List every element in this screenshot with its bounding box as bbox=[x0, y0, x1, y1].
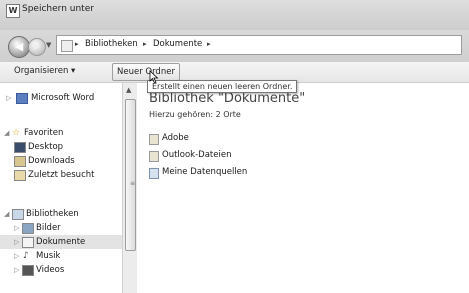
new-folder-button[interactable]: Neuer Ordner bbox=[112, 63, 180, 81]
sidebar-item-label: Desktop bbox=[28, 142, 64, 152]
star-icon: ☆ bbox=[12, 128, 21, 138]
library-includes-link[interactable]: Hierzu gehören: 2 Orte bbox=[149, 110, 241, 119]
breadcrumb-separator-icon[interactable]: ▸ bbox=[207, 40, 211, 48]
breadcrumb-bibliotheken[interactable]: Bibliotheken bbox=[85, 39, 138, 49]
sidebar-item-recent[interactable]: Zuletzt besucht bbox=[0, 168, 122, 182]
history-dropdown-icon[interactable]: ▼ bbox=[46, 41, 51, 49]
file-list-pane: Bibliothek "Dokumente" Hierzu gehören: 2… bbox=[137, 83, 469, 293]
sidebar-scrollbar[interactable]: ▲ ≡ bbox=[122, 83, 137, 293]
libraries-icon bbox=[12, 209, 24, 220]
collapse-arrow-icon[interactable]: ◢ bbox=[4, 207, 9, 221]
word-app-icon: W bbox=[6, 4, 20, 18]
back-button[interactable]: ◀ bbox=[8, 36, 30, 58]
sidebar-item-videos[interactable]: ▷ Videos bbox=[0, 263, 122, 277]
address-bar[interactable]: ▸ Bibliotheken ▸ Dokumente ▸ bbox=[56, 35, 462, 55]
sidebar-item-label: Favoriten bbox=[24, 128, 64, 138]
navigation-pane: ▷ Microsoft Word ◢ ☆ Favoriten Desktop D… bbox=[0, 83, 123, 293]
data-sources-folder-icon bbox=[149, 168, 159, 179]
sidebar-item-label: Musik bbox=[36, 251, 61, 261]
chevron-down-icon: ▾ bbox=[71, 66, 76, 76]
sidebar-item-libraries[interactable]: ◢ Bibliotheken bbox=[0, 207, 122, 221]
breadcrumb-dokumente[interactable]: Dokumente bbox=[153, 39, 202, 49]
organize-button[interactable]: Organisieren ▾ bbox=[14, 66, 75, 76]
sidebar-item-desktop[interactable]: Desktop bbox=[0, 140, 122, 154]
videos-icon bbox=[22, 265, 34, 276]
title-bar: W Speichern unter bbox=[0, 0, 469, 31]
list-item-label: Meine Datenquellen bbox=[162, 167, 248, 177]
word-icon bbox=[16, 93, 28, 104]
expand-arrow-icon[interactable]: ▷ bbox=[14, 249, 19, 263]
pictures-icon bbox=[22, 223, 34, 234]
navigation-bar: ◀ ▶ ▼ ▸ Bibliotheken ▸ Dokumente ▸ bbox=[0, 30, 469, 62]
sidebar-item-label: Microsoft Word bbox=[31, 93, 95, 103]
forward-button[interactable]: ▶ bbox=[28, 38, 46, 56]
sidebar-item-label: Downloads bbox=[28, 156, 75, 166]
location-icon bbox=[61, 40, 73, 52]
grip-icon: ≡ bbox=[130, 180, 136, 187]
tooltip: Erstellt einen neuen leeren Ordner. bbox=[147, 80, 298, 93]
sidebar-item-documents[interactable]: ▷ Dokumente bbox=[0, 235, 122, 249]
sidebar-item-label: Videos bbox=[36, 265, 65, 275]
list-item-label: Adobe bbox=[162, 133, 189, 143]
recent-places-icon bbox=[14, 170, 26, 181]
breadcrumb-separator-icon[interactable]: ▸ bbox=[75, 40, 79, 48]
mouse-cursor-icon bbox=[149, 70, 159, 84]
folder-icon bbox=[149, 134, 159, 145]
expand-arrow-icon[interactable]: ▷ bbox=[14, 235, 19, 249]
sidebar-item-favorites[interactable]: ◢ ☆ Favoriten bbox=[0, 126, 122, 140]
collapse-arrow-icon[interactable]: ◢ bbox=[4, 126, 9, 140]
sidebar-item-label: Bibliotheken bbox=[26, 209, 79, 219]
documents-icon bbox=[22, 237, 34, 248]
list-item-label: Outlook-Dateien bbox=[162, 150, 232, 160]
sidebar-item-pictures[interactable]: ▷ Bilder bbox=[0, 221, 122, 235]
organize-label: Organisieren bbox=[14, 66, 69, 76]
breadcrumb-separator-icon[interactable]: ▸ bbox=[143, 40, 147, 48]
sidebar-item-label: Bilder bbox=[36, 223, 61, 233]
window-title: Speichern unter bbox=[22, 4, 94, 14]
library-title: Bibliothek "Dokumente" bbox=[149, 91, 306, 106]
expand-arrow-icon[interactable]: ▷ bbox=[14, 263, 19, 277]
expand-arrow-icon[interactable]: ▷ bbox=[6, 91, 11, 105]
folder-icon bbox=[149, 151, 159, 162]
sidebar-item-downloads[interactable]: Downloads bbox=[0, 154, 122, 168]
desktop-icon bbox=[14, 142, 26, 153]
sidebar-item-label: Zuletzt besucht bbox=[28, 170, 95, 180]
downloads-icon bbox=[14, 156, 26, 167]
sidebar-item-microsoft-word[interactable]: ▷ Microsoft Word bbox=[0, 91, 122, 105]
scroll-up-icon[interactable]: ▲ bbox=[126, 86, 131, 94]
expand-arrow-icon[interactable]: ▷ bbox=[14, 221, 19, 235]
sidebar-item-label: Dokumente bbox=[36, 237, 86, 247]
sidebar-item-music[interactable]: ▷ ♪ Musik bbox=[0, 249, 122, 263]
scrollbar-thumb[interactable]: ≡ bbox=[125, 99, 136, 251]
music-icon: ♪ bbox=[23, 251, 29, 261]
